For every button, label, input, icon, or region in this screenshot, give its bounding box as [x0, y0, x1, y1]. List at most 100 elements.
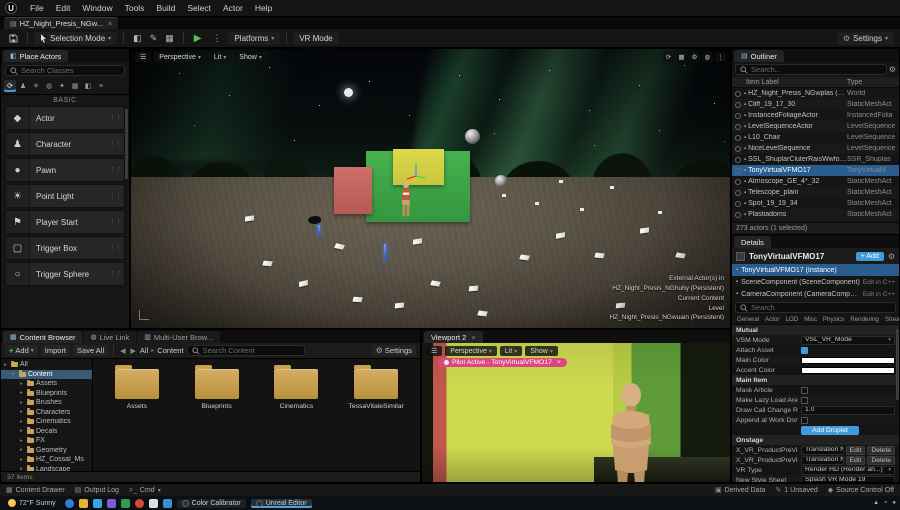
taskbar-window-button[interactable]: Color Calibrator: [177, 499, 246, 508]
expand-arrow-icon[interactable]: ▸: [20, 390, 25, 396]
gear-icon[interactable]: ⚙: [888, 252, 895, 261]
search-input[interactable]: [751, 65, 882, 74]
viewport-menu-icon[interactable]: ☰: [426, 346, 442, 356]
outliner-row[interactable]: ▪ InstancedFoliageActor InstancedFolia: [732, 110, 899, 121]
viewport-option-icon[interactable]: ◍: [702, 52, 713, 62]
category-icon[interactable]: ✦: [56, 80, 68, 92]
camera-preview-viewport[interactable]: ☰ Perspective▾ Lit▾ Show▾ Pilot Active -…: [422, 343, 730, 482]
network-icon[interactable]: ≈: [884, 500, 887, 506]
taskbar-app-icon[interactable]: [163, 499, 172, 508]
component-row[interactable]: ▪ CameraComponent (CameraComponent) Edit…: [732, 288, 899, 300]
taskbar-app-icon[interactable]: [107, 499, 116, 508]
details-filter-tab[interactable]: Physics: [820, 316, 847, 323]
add-component-button[interactable]: + Add: [856, 252, 884, 261]
details-property-row[interactable]: Make Lazy Load Area: [732, 395, 899, 405]
outliner-row[interactable]: ▪ TonyVirtualVFMO17 TonyVirtualV: [732, 165, 899, 176]
viewport-option-icon[interactable]: ⚙: [689, 52, 700, 62]
play-button[interactable]: ▶: [190, 33, 206, 44]
outliner-row[interactable]: ▪ Atmoscope_GE_4*_32 StaticMeshAct: [732, 176, 899, 187]
category-icon[interactable]: ≡: [95, 80, 107, 92]
details-filter-tab[interactable]: LOD: [782, 316, 801, 323]
expand-arrow-icon[interactable]: ▸: [4, 362, 9, 368]
panel-tab[interactable]: ◍ Live Link: [83, 331, 136, 343]
checkbox[interactable]: [801, 397, 808, 404]
taskbar-app-icon[interactable]: [65, 499, 74, 508]
save-icon[interactable]: [6, 33, 21, 44]
visibility-eye-icon[interactable]: [735, 212, 741, 218]
tab-outliner[interactable]: ▤ Outliner: [734, 50, 784, 62]
viewport-option-icon[interactable]: ▦: [676, 52, 687, 62]
red-wall-mesh[interactable]: [334, 167, 372, 214]
breadcrumb[interactable]: All ▸ Content: [140, 346, 184, 355]
folder-tree-item[interactable]: ▸ Blueprints: [1, 389, 92, 399]
back-icon[interactable]: ◀: [119, 347, 126, 355]
visibility-eye-icon[interactable]: [735, 179, 741, 185]
details-property-row[interactable]: New Style SheetSplash VR Mode 19: [732, 475, 899, 482]
outliner-row[interactable]: ▪ Plastiadoms StaticMeshAct: [732, 209, 899, 220]
show-dropdown[interactable]: Show▾: [525, 346, 558, 356]
expand-arrow-icon[interactable]: ▸: [20, 419, 25, 425]
drag-grip-icon[interactable]: ⋮⋮: [109, 166, 124, 174]
array-element-dropdown[interactable]: Translation Next: [801, 446, 844, 455]
column-item-label[interactable]: Item Label: [732, 79, 847, 86]
taskbar-app-icon[interactable]: [79, 499, 88, 508]
close-icon[interactable]: ×: [557, 359, 561, 366]
panel-tab[interactable]: ▥ Multi-User Brow...: [137, 331, 220, 343]
content-folder[interactable]: TessaVitaleSimilar: [344, 369, 408, 410]
folder-tree-item[interactable]: ▸ Characters: [1, 408, 92, 418]
taskbar-app-icon[interactable]: [93, 499, 102, 508]
vr-mode-button[interactable]: VR Mode: [293, 32, 338, 45]
perspective-dropdown[interactable]: Perspective▾: [154, 52, 206, 62]
content-folder[interactable]: Cinematics: [265, 369, 329, 410]
edit-button[interactable]: Edit: [846, 456, 866, 465]
tray-up-icon[interactable]: ▲: [873, 500, 879, 506]
category-icon[interactable]: ♟: [17, 80, 29, 92]
content-drawer-button[interactable]: ▦ Content Drawer: [6, 486, 65, 494]
details-property-row[interactable]: Add Droplet: [732, 425, 899, 435]
folder-tree-item[interactable]: ▸ HZ_Cossal_Ms: [1, 455, 92, 465]
panel-tab[interactable]: ▦ Content Browser: [3, 331, 82, 343]
category-icon[interactable]: ◍: [43, 80, 55, 92]
drag-grip-icon[interactable]: ⋮⋮: [109, 140, 124, 148]
menu-item[interactable]: Select: [181, 1, 217, 15]
expand-arrow-icon[interactable]: ▸: [12, 371, 17, 377]
expand-arrow-icon[interactable]: ▸: [20, 447, 25, 453]
tab-viewport2[interactable]: Viewport 2 ×: [424, 331, 483, 343]
visibility-eye-icon[interactable]: [735, 146, 741, 152]
content-folder[interactable]: Assets: [105, 369, 169, 410]
taskbar-app-icon[interactable]: [149, 499, 158, 508]
details-property-row[interactable]: VR TypeRender HD (Render an...): [732, 465, 899, 475]
taskbar-app-icon[interactable]: [121, 499, 130, 508]
drag-grip-icon[interactable]: ⋮⋮: [109, 244, 124, 252]
property-value[interactable]: Splash VR Mode 19: [801, 476, 895, 483]
menu-item[interactable]: Actor: [217, 1, 249, 15]
show-dropdown[interactable]: Show▾: [234, 52, 267, 62]
folder-tree-item[interactable]: ▸ Decals: [1, 427, 92, 437]
checkbox[interactable]: [801, 417, 808, 424]
details-property-row[interactable]: VSM ModeVSL_VR_Mode: [732, 335, 899, 345]
delete-button[interactable]: Delete: [867, 446, 895, 455]
color-swatch[interactable]: [801, 367, 895, 374]
chrome-sphere[interactable]: [495, 175, 507, 187]
visibility-eye-icon[interactable]: [735, 113, 741, 119]
source-control-button[interactable]: ◆ Source Control Off: [828, 486, 894, 494]
array-element-dropdown[interactable]: Translation Next: [801, 456, 844, 465]
place-actor-item[interactable]: ▢ Trigger Box ⋮⋮: [5, 236, 125, 260]
save-all-button[interactable]: Save All: [73, 345, 108, 356]
property-dropdown[interactable]: VSL_VR_Mode: [801, 336, 895, 345]
details-search[interactable]: [735, 302, 896, 313]
visibility-eye-icon[interactable]: [735, 201, 741, 207]
outliner-row[interactable]: ▪ LevelSequenceActor LevelSequence: [732, 121, 899, 132]
place-actor-item[interactable]: ♟ Character ⋮⋮: [5, 132, 125, 156]
volume-icon[interactable]: ●: [892, 500, 896, 506]
lit-dropdown[interactable]: Lit▾: [209, 52, 231, 62]
drag-grip-icon[interactable]: ⋮⋮: [109, 114, 124, 122]
details-property-row[interactable]: X_VR_ProductPreVisTranslation NextEditDe…: [732, 445, 899, 455]
outliner-search[interactable]: [735, 64, 887, 75]
folder-tree-item[interactable]: ▸ Cinematics: [1, 417, 92, 427]
forward-icon[interactable]: ▶: [130, 347, 137, 355]
outliner-row[interactable]: ▪ Cliff_19_17_30 StaticMeshAct: [732, 99, 899, 110]
folder-tree-item[interactable]: ▸ Geometry: [1, 446, 92, 456]
place-actor-item[interactable]: ◆ Actor ⋮⋮: [5, 106, 125, 130]
outliner-row[interactable]: ▪ NiceLevelSequence LevelSequence: [732, 143, 899, 154]
